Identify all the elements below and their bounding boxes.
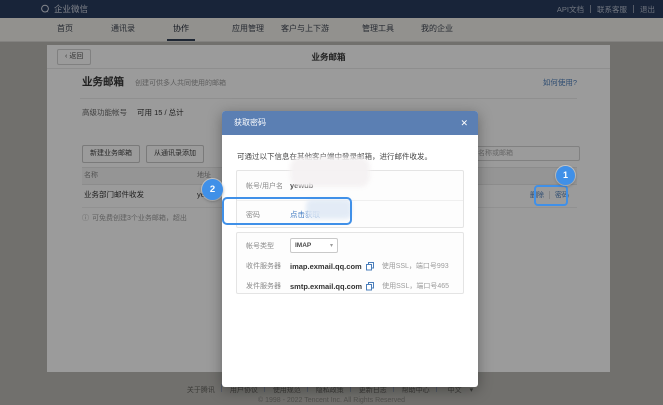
get-password-modal: 获取密码 ✕ 可通过以下信息在其他客户端中登录邮箱，进行邮件收发。 帐号/用户名… — [222, 111, 478, 387]
step2-badge: 2 — [202, 179, 223, 200]
copy-icon[interactable] — [366, 282, 374, 291]
imap-server-row: 收件服务器 imap.exmail.qq.com 使用SSL，端口号993 — [237, 256, 463, 276]
wecom-admin-page: 企业微信 API文档 联系客服 退出 首页 通讯录 协作 应用管理 客户与上下游… — [0, 0, 663, 405]
account-type-select[interactable]: IMAP ▾ — [290, 238, 338, 253]
modal-title: 获取密码 — [234, 111, 266, 135]
step1-highlight-box — [534, 185, 568, 206]
step2-highlight-box — [222, 197, 352, 225]
redaction-blur — [290, 157, 370, 187]
caret-down-icon: ▾ — [330, 242, 333, 249]
step1-badge: 1 — [556, 166, 575, 185]
copy-icon[interactable] — [366, 262, 374, 271]
close-icon[interactable]: ✕ — [460, 111, 468, 135]
imap-server-value: imap.exmail.qq.com — [290, 262, 362, 271]
server-settings-group: 帐号类型 IMAP ▾ 收件服务器 imap.exmail.qq.com 使用S… — [236, 232, 464, 294]
account-label: 帐号/用户名 — [237, 181, 290, 191]
modal-header: 获取密码 ✕ — [222, 111, 478, 135]
imap-server-label: 收件服务器 — [237, 261, 290, 271]
smtp-server-value: smtp.exmail.qq.com — [290, 282, 362, 291]
smtp-server-label: 发件服务器 — [237, 281, 290, 291]
smtp-server-note: 使用SSL，端口号465 — [382, 281, 449, 291]
smtp-server-row: 发件服务器 smtp.exmail.qq.com 使用SSL，端口号465 — [237, 276, 463, 296]
account-type-label: 帐号类型 — [237, 241, 290, 251]
account-type-row: 帐号类型 IMAP ▾ — [237, 233, 463, 256]
imap-server-note: 使用SSL，端口号993 — [382, 261, 449, 271]
